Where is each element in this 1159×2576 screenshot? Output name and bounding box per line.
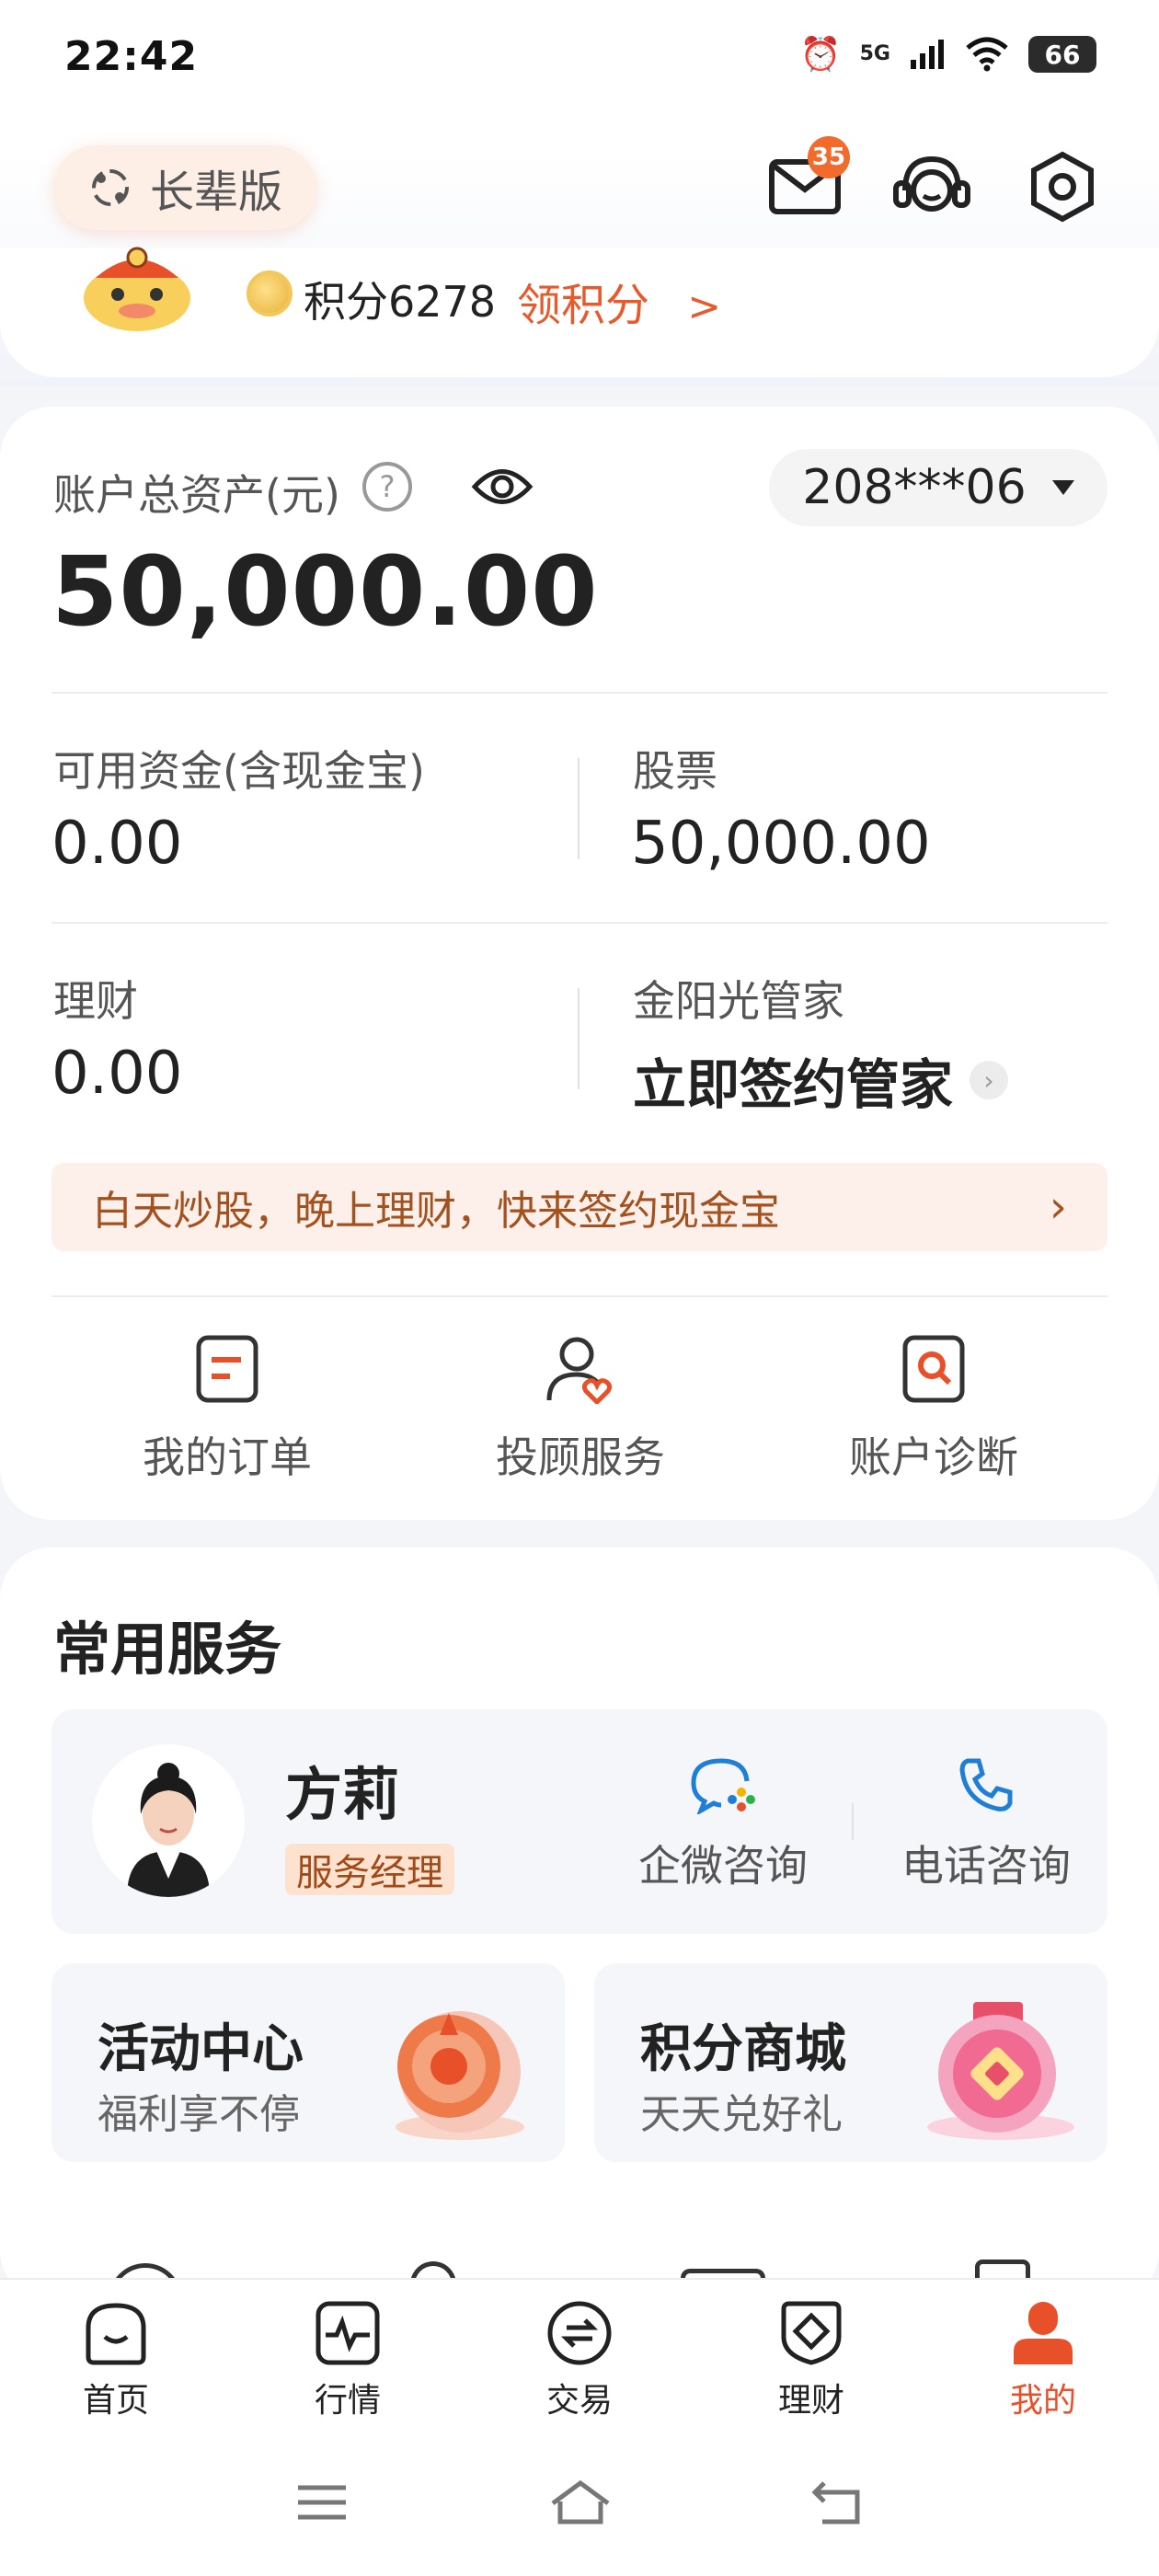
status-time: 22:42 [64,33,199,80]
caret-down-icon [1051,480,1074,495]
wealth-label: 理财 [53,976,138,1026]
system-back-button[interactable] [809,2475,865,2530]
divider [52,1295,1107,1297]
phone-consult-button[interactable]: 电话咨询 [885,1755,1087,1893]
elder-mode-button[interactable]: 长辈版 [53,145,316,230]
available-funds-label: 可用资金(含现金宝) [53,746,425,796]
nav-profile-label: 我的 [1009,2382,1076,2420]
back-icon [811,2481,860,2524]
manager-role-badge: 服务经理 [285,1844,454,1895]
activity-center-tile[interactable]: 活动中心 福利享不停 [52,1963,565,2162]
manager-portrait-icon [127,1763,210,1897]
nav-home[interactable]: 首页 [24,2300,208,2421]
points-mall-tile[interactable]: 积分商城 天天兑好礼 [594,1963,1107,2162]
total-assets-value: 50,000.00 [52,535,599,648]
wealth-icon [781,2301,842,2365]
points-mall-icon [927,2002,1074,2140]
menu-icon [298,2485,346,2520]
settings-icon [1031,151,1094,223]
nav-home-label: 首页 [82,2382,149,2420]
order-icon [196,1335,258,1403]
manager-avatar[interactable] [92,1744,245,1897]
divider [578,758,580,859]
battery-indicator: 66 [1028,36,1096,73]
sign-butler-link[interactable]: 立即签约管家 › [633,1041,1009,1119]
wealth-value: 0.00 [52,1040,183,1108]
divider [578,988,580,1089]
coin-icon [247,270,293,316]
claim-points-link[interactable]: 领积分 > [517,269,721,333]
home-outline-icon [551,2479,610,2524]
settings-button[interactable] [1023,147,1102,226]
advisor-icon [546,1337,613,1404]
manager-name: 方莉 [285,1761,400,1828]
help-icon[interactable]: ? [361,460,414,513]
my-orders-label: 我的订单 [143,1432,312,1482]
trade-icon [547,2301,612,2365]
stock-label: 股票 [633,746,717,796]
market-icon [316,2301,380,2365]
claim-points-label: 领积分 [517,280,650,331]
wifi-icon [966,37,1008,72]
divider [52,922,1107,924]
nav-market-label: 行情 [314,2382,381,2420]
butler-label: 金阳光管家 [633,976,844,1026]
available-funds-value: 0.00 [52,810,183,878]
mascot-avatar [84,247,190,331]
account-diagnosis-label: 账户诊断 [849,1432,1018,1482]
account-diagnosis-button[interactable]: 账户诊断 [819,1334,1049,1485]
stock-value: 50,000.00 [631,810,931,878]
system-menu-button[interactable] [294,2475,350,2530]
chevron-right-icon: > [687,283,722,330]
my-orders-button[interactable]: 我的订单 [112,1334,342,1485]
diagnosis-icon [902,1335,965,1403]
divider [52,692,1107,694]
nav-trade-label: 交易 [545,2382,613,2420]
status-icons: ⏰ 5G 66 [800,35,1096,74]
profile-icon [1014,2302,1073,2364]
points-mall-subtitle: 天天兑好礼 [640,2091,843,2138]
alarm-icon: ⏰ [799,36,842,74]
cash-promo-banner[interactable]: 白天炒股，晚上理财，快来签约现金宝 › [52,1163,1107,1251]
signal-icon [911,40,944,69]
nav-wealth[interactable]: 理财 [719,2300,903,2421]
elder-mode-icon [91,169,129,206]
headset-icon [893,155,970,212]
chevron-right-icon: › [970,1061,1009,1099]
svg-text:?: ? [380,469,396,504]
advisor-service-button[interactable]: 投顾服务 [465,1334,695,1485]
wecom-chat-icon [691,1758,755,1814]
nav-market[interactable]: 行情 [256,2300,440,2421]
account-selector[interactable]: 208***06 [769,449,1107,526]
eye-visibility-icon[interactable] [471,462,534,512]
network-label: 5G [859,42,890,65]
nav-profile[interactable]: 我的 [951,2300,1135,2421]
sign-butler-label: 立即签约管家 [633,1053,954,1116]
services-title: 常用服务 [53,1616,282,1683]
wecom-consult-label: 企微咨询 [638,1841,808,1891]
activity-icon [396,2011,524,2140]
system-home-button[interactable] [548,2475,613,2530]
activity-center-title: 活动中心 [98,2019,304,2079]
customer-service-button[interactable] [892,147,971,226]
points-balance: 积分6278 [304,277,497,327]
home-icon [86,2303,146,2365]
points-mall-title: 积分商城 [640,2019,846,2079]
advisor-service-label: 投顾服务 [496,1432,665,1482]
phone-icon [959,1758,1013,1811]
total-assets-label: 账户总资产(元) [53,470,340,520]
divider [852,1803,854,1840]
mail-badge: 35 [808,136,850,178]
nav-trade[interactable]: 交易 [488,2300,671,2421]
mail-button[interactable]: 35 [765,136,850,226]
promo-text: 白天炒股，晚上理财，快来签约现金宝 [92,1188,780,1235]
phone-consult-label: 电话咨询 [901,1841,1071,1891]
account-number: 208***06 [802,460,1027,515]
wecom-consult-button[interactable]: 企微咨询 [622,1755,824,1893]
elder-mode-label: 长辈版 [149,167,282,218]
chevron-right-icon: › [1049,1181,1067,1233]
activity-center-subtitle: 福利享不停 [98,2091,300,2138]
nav-wealth-label: 理财 [777,2382,844,2420]
